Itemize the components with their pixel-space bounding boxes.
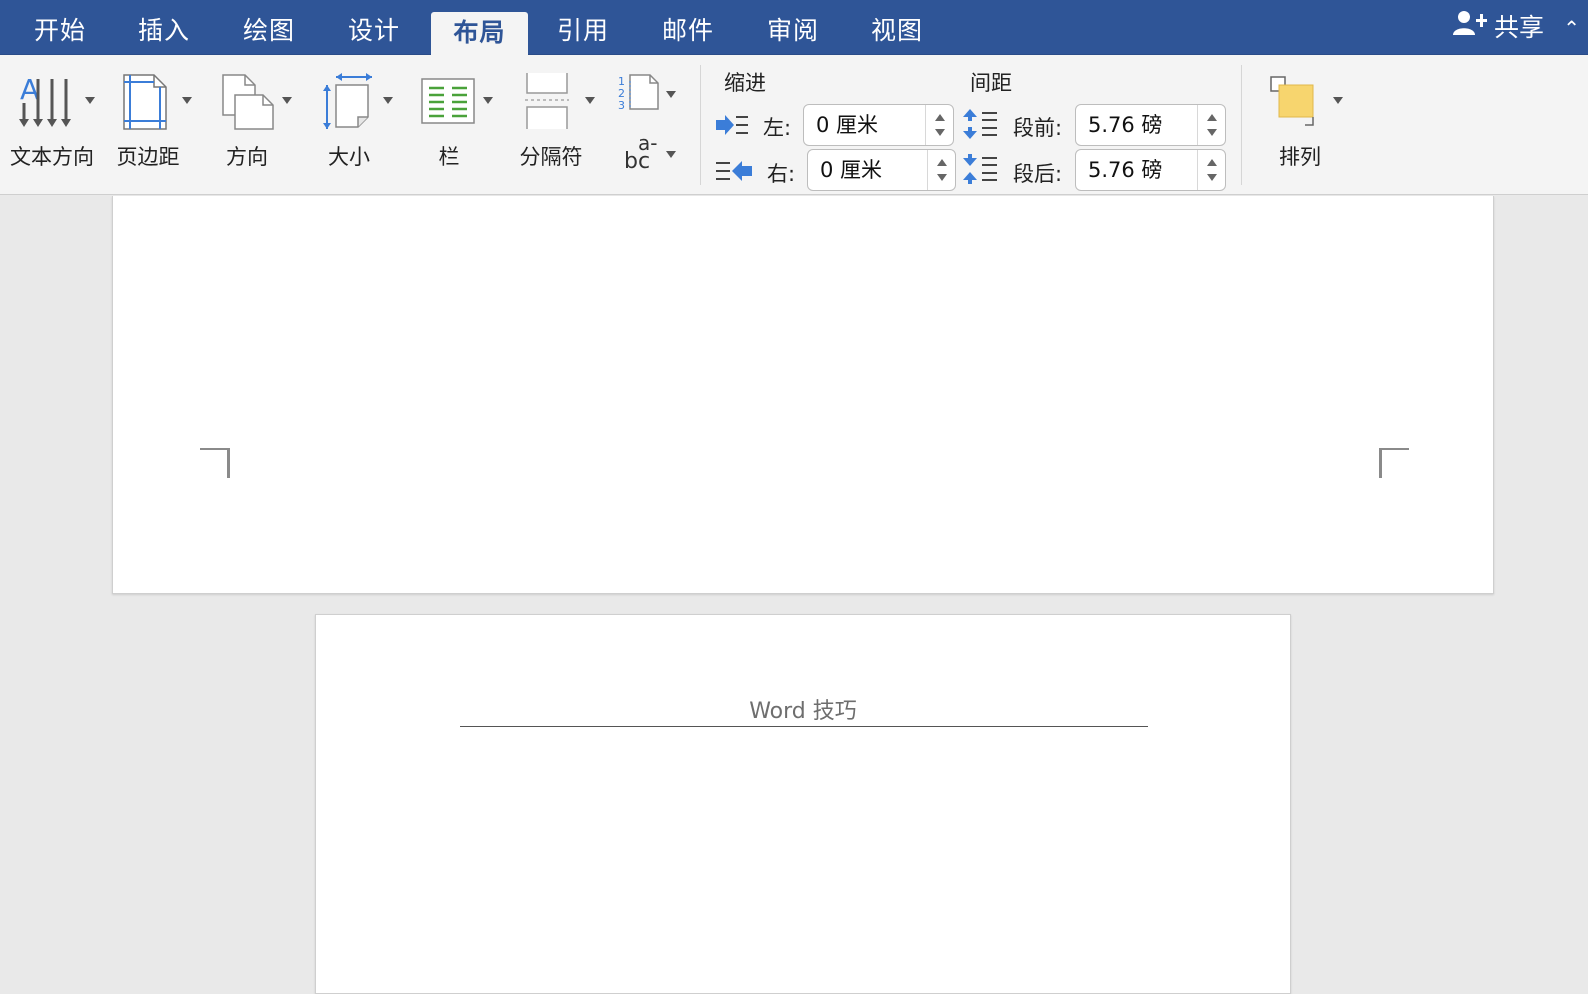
spacing-after-stepper[interactable] [1197,150,1225,190]
tab-home[interactable]: 开始 [14,0,106,55]
svg-text:A: A [20,73,39,106]
document-page[interactable]: Word 技巧 [315,614,1291,994]
text-direction-caret [85,97,95,104]
indent-left-input[interactable]: 0 厘米 [803,104,954,146]
text-direction-label: 文本方向 [10,145,94,169]
tab-view[interactable]: 视图 [851,0,943,55]
line-numbers-caret [666,91,676,98]
header-rule [460,726,1148,727]
collapse-ribbon-icon[interactable]: ⌃ [1563,16,1580,40]
ribbon-separator [1241,65,1242,185]
breaks-icon [524,69,570,135]
ribbon-separator [700,65,701,185]
page-size-icon [322,73,378,135]
indent-left-icon [716,113,750,141]
tab-mailings[interactable]: 邮件 [642,0,734,55]
size-button[interactable]: 大小 [312,55,400,195]
arrange-label: 排列 [1279,145,1321,169]
text-direction-button[interactable]: A 文本方向 [4,55,100,195]
increment-icon[interactable] [1207,159,1217,166]
orientation-button[interactable]: 方向 [210,55,298,195]
increment-icon[interactable] [935,114,945,121]
spacing-after-icon [962,154,1000,188]
columns-label: 栏 [438,145,460,169]
margins-button[interactable]: 页边距 [108,55,198,195]
increment-icon[interactable] [1207,114,1217,121]
ribbon-tab-bar: 开始 插入 绘图 设计 布局 引用 邮件 审阅 视图 共享 ⌃ [0,0,1588,56]
increment-icon[interactable] [937,159,947,166]
line-numbers-icon: 1 2 3 [618,74,659,112]
spacing-before-value: 5.76 磅 [1088,113,1163,137]
margins-icon [120,73,170,135]
hyphenation-button[interactable]: a- bc [616,133,680,179]
indent-left-stepper[interactable] [925,105,953,145]
breaks-label: 分隔符 [519,145,583,169]
indent-right-label: 右: [767,162,796,186]
tab-review[interactable]: 审阅 [747,0,839,55]
hyphenation-icon: a- bc [622,133,662,177]
margins-label: 页边距 [116,145,180,169]
document-page[interactable] [112,196,1494,594]
tab-layout[interactable]: 布局 [431,12,528,56]
svg-text:3: 3 [618,99,625,112]
margins-caret [182,97,192,104]
breaks-caret [585,97,595,104]
decrement-icon[interactable] [937,174,947,181]
decrement-icon[interactable] [1207,174,1217,181]
size-label: 大小 [328,145,370,169]
tab-insert[interactable]: 插入 [118,0,210,55]
size-caret [383,97,393,104]
tab-draw[interactable]: 绘图 [223,0,315,55]
arrange-button[interactable]: 排列 [1258,55,1350,195]
indent-right-value: 0 厘米 [820,158,883,182]
indent-group-title: 缩进 [724,71,766,95]
layout-ribbon: A 文本方向 页边距 方向 大小 栏 分隔符 1 2 3 a- bc 缩进 左:… [0,55,1588,195]
indent-right-stepper[interactable] [927,150,955,190]
spacing-before-input[interactable]: 5.76 磅 [1075,104,1226,146]
spacing-after-input[interactable]: 5.76 磅 [1075,149,1226,191]
spacing-after-label: 段后: [1013,162,1063,186]
spacing-before-icon [962,109,1000,143]
spacing-after-value: 5.76 磅 [1088,158,1163,182]
indent-left-label: 左: [763,116,792,140]
arrange-icon [1269,75,1323,131]
columns-caret [483,97,493,104]
indent-left-value: 0 厘米 [816,113,879,137]
arrange-caret [1333,97,1343,104]
orientation-label: 方向 [226,145,268,169]
share-button[interactable]: 共享 [1452,0,1544,55]
indent-right-input[interactable]: 0 厘米 [807,149,956,191]
orientation-icon [219,73,277,135]
page-header-text[interactable]: Word 技巧 [316,693,1290,725]
decrement-icon[interactable] [935,129,945,136]
breaks-button[interactable]: 分隔符 [512,55,602,195]
spacing-group-title: 间距 [970,71,1012,95]
tab-design[interactable]: 设计 [328,0,420,55]
columns-icon [420,77,476,129]
spacing-before-label: 段前: [1013,116,1063,140]
indent-right-icon [716,159,752,187]
spacing-before-stepper[interactable] [1197,105,1225,145]
columns-button[interactable]: 栏 [412,55,500,195]
orientation-caret [282,97,292,104]
text-direction-icon: A [16,73,76,133]
crop-mark-right [1379,448,1409,478]
add-person-icon [1452,0,1488,59]
line-numbers-button[interactable]: 1 2 3 [616,71,680,119]
hyphenation-caret [666,151,676,158]
hyphenation-glyph-bottom: bc [624,149,651,174]
share-label: 共享 [1493,12,1544,42]
decrement-icon[interactable] [1207,129,1217,136]
tab-references[interactable]: 引用 [537,0,629,55]
crop-mark-left [200,448,230,478]
